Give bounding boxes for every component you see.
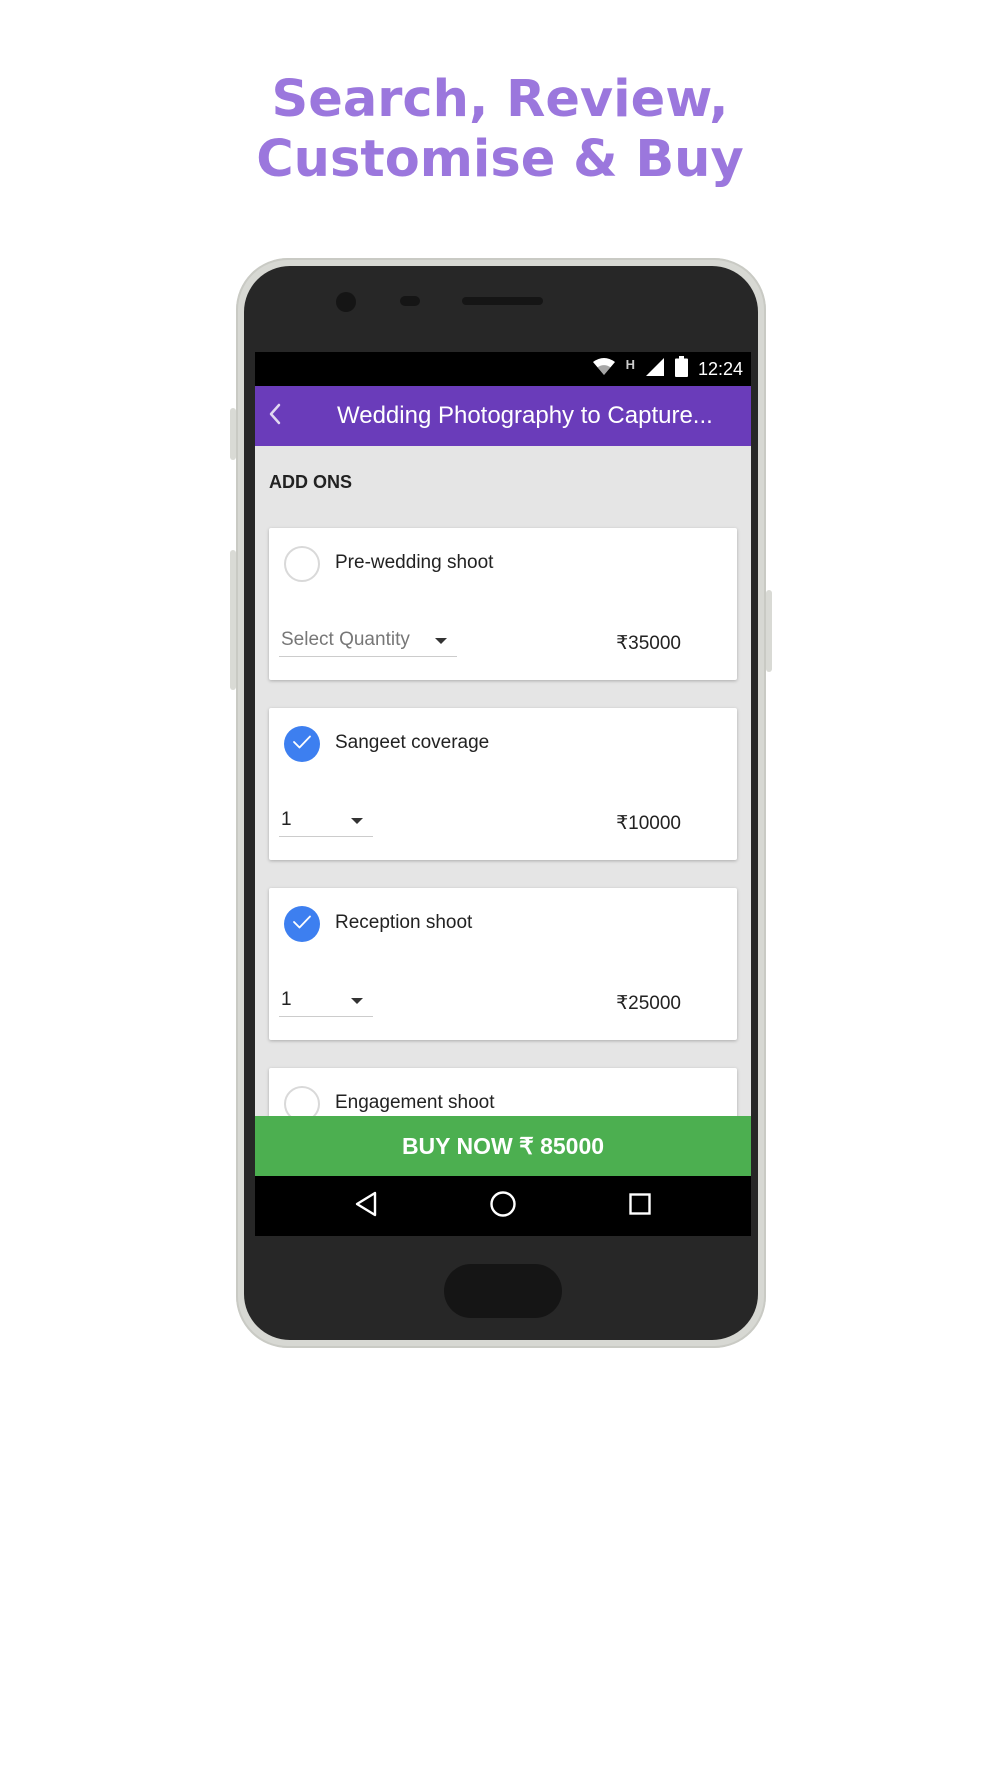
addon-card-pre-wedding-shoot: Pre-wedding shoot Select Quantity ₹35000	[269, 528, 737, 680]
chevron-left-icon	[268, 403, 282, 430]
phone-side-button	[230, 550, 236, 690]
battery-icon	[674, 356, 688, 382]
quantity-placeholder: Select Quantity	[281, 629, 410, 650]
system-nav-bar	[255, 1176, 751, 1236]
addon-checkbox-sangeet-coverage[interactable]	[284, 726, 320, 762]
addon-price: ₹35000	[616, 633, 681, 654]
nav-back-button[interactable]	[350, 1190, 382, 1222]
phone-home-button	[444, 1264, 562, 1318]
phone-screen: H 12:24 Wedding Photography to Capture..…	[255, 352, 751, 1236]
front-camera	[336, 292, 356, 312]
dropdown-arrow-icon	[435, 638, 447, 644]
recents-square-icon	[628, 1192, 652, 1221]
proximity-sensor	[400, 296, 420, 306]
addon-price: ₹10000	[616, 813, 681, 834]
addon-card-sangeet-coverage: Sangeet coverage 1 ₹10000	[269, 708, 737, 860]
addon-checkbox-pre-wedding-shoot[interactable]	[284, 546, 320, 582]
dropdown-arrow-icon	[351, 818, 363, 824]
addon-name: Sangeet coverage	[335, 732, 490, 753]
back-button[interactable]	[261, 400, 289, 432]
addon-name: Pre-wedding shoot	[335, 552, 494, 573]
nav-recents-button[interactable]	[624, 1190, 656, 1222]
home-circle-icon	[489, 1190, 517, 1223]
addon-name: Reception shoot	[335, 912, 473, 933]
status-time: 12:24	[697, 358, 743, 379]
back-triangle-icon	[354, 1191, 378, 1222]
earpiece-speaker	[462, 297, 543, 305]
checkmark-icon	[292, 734, 312, 755]
status-icons: H 12:24	[592, 352, 743, 386]
quantity-value: 1	[281, 989, 292, 1010]
headline-line-2: Customise & Buy	[256, 130, 744, 189]
quantity-value: 1	[281, 809, 292, 830]
status-bar: H 12:24	[255, 352, 751, 386]
dropdown-arrow-icon	[351, 998, 363, 1004]
add-ons-heading: ADD ONS	[269, 472, 353, 492]
addon-card-reception-shoot: Reception shoot 1 ₹25000	[269, 888, 737, 1040]
nav-home-button[interactable]	[487, 1190, 519, 1222]
quantity-select[interactable]: Select Quantity	[279, 624, 457, 657]
network-type-label: H	[625, 356, 635, 372]
signal-icon	[645, 357, 665, 382]
app-bar: Wedding Photography to Capture...	[255, 386, 751, 446]
checkmark-icon	[292, 914, 312, 935]
phone-power-button	[766, 590, 772, 672]
headline: Search, Review, Customise & Buy	[0, 70, 1000, 190]
addon-name: Engagement shoot	[335, 1092, 495, 1113]
wifi-icon	[592, 357, 616, 382]
addon-price: ₹25000	[616, 993, 681, 1014]
buy-now-button[interactable]: BUY NOW ₹ 85000	[255, 1116, 751, 1176]
addon-checkbox-reception-shoot[interactable]	[284, 906, 320, 942]
app-title: Wedding Photography to Capture...	[337, 402, 713, 429]
quantity-select[interactable]: 1	[279, 984, 373, 1017]
quantity-select[interactable]: 1	[279, 804, 373, 837]
headline-line-1: Search, Review,	[271, 70, 729, 129]
phone-volume-button	[230, 408, 236, 460]
